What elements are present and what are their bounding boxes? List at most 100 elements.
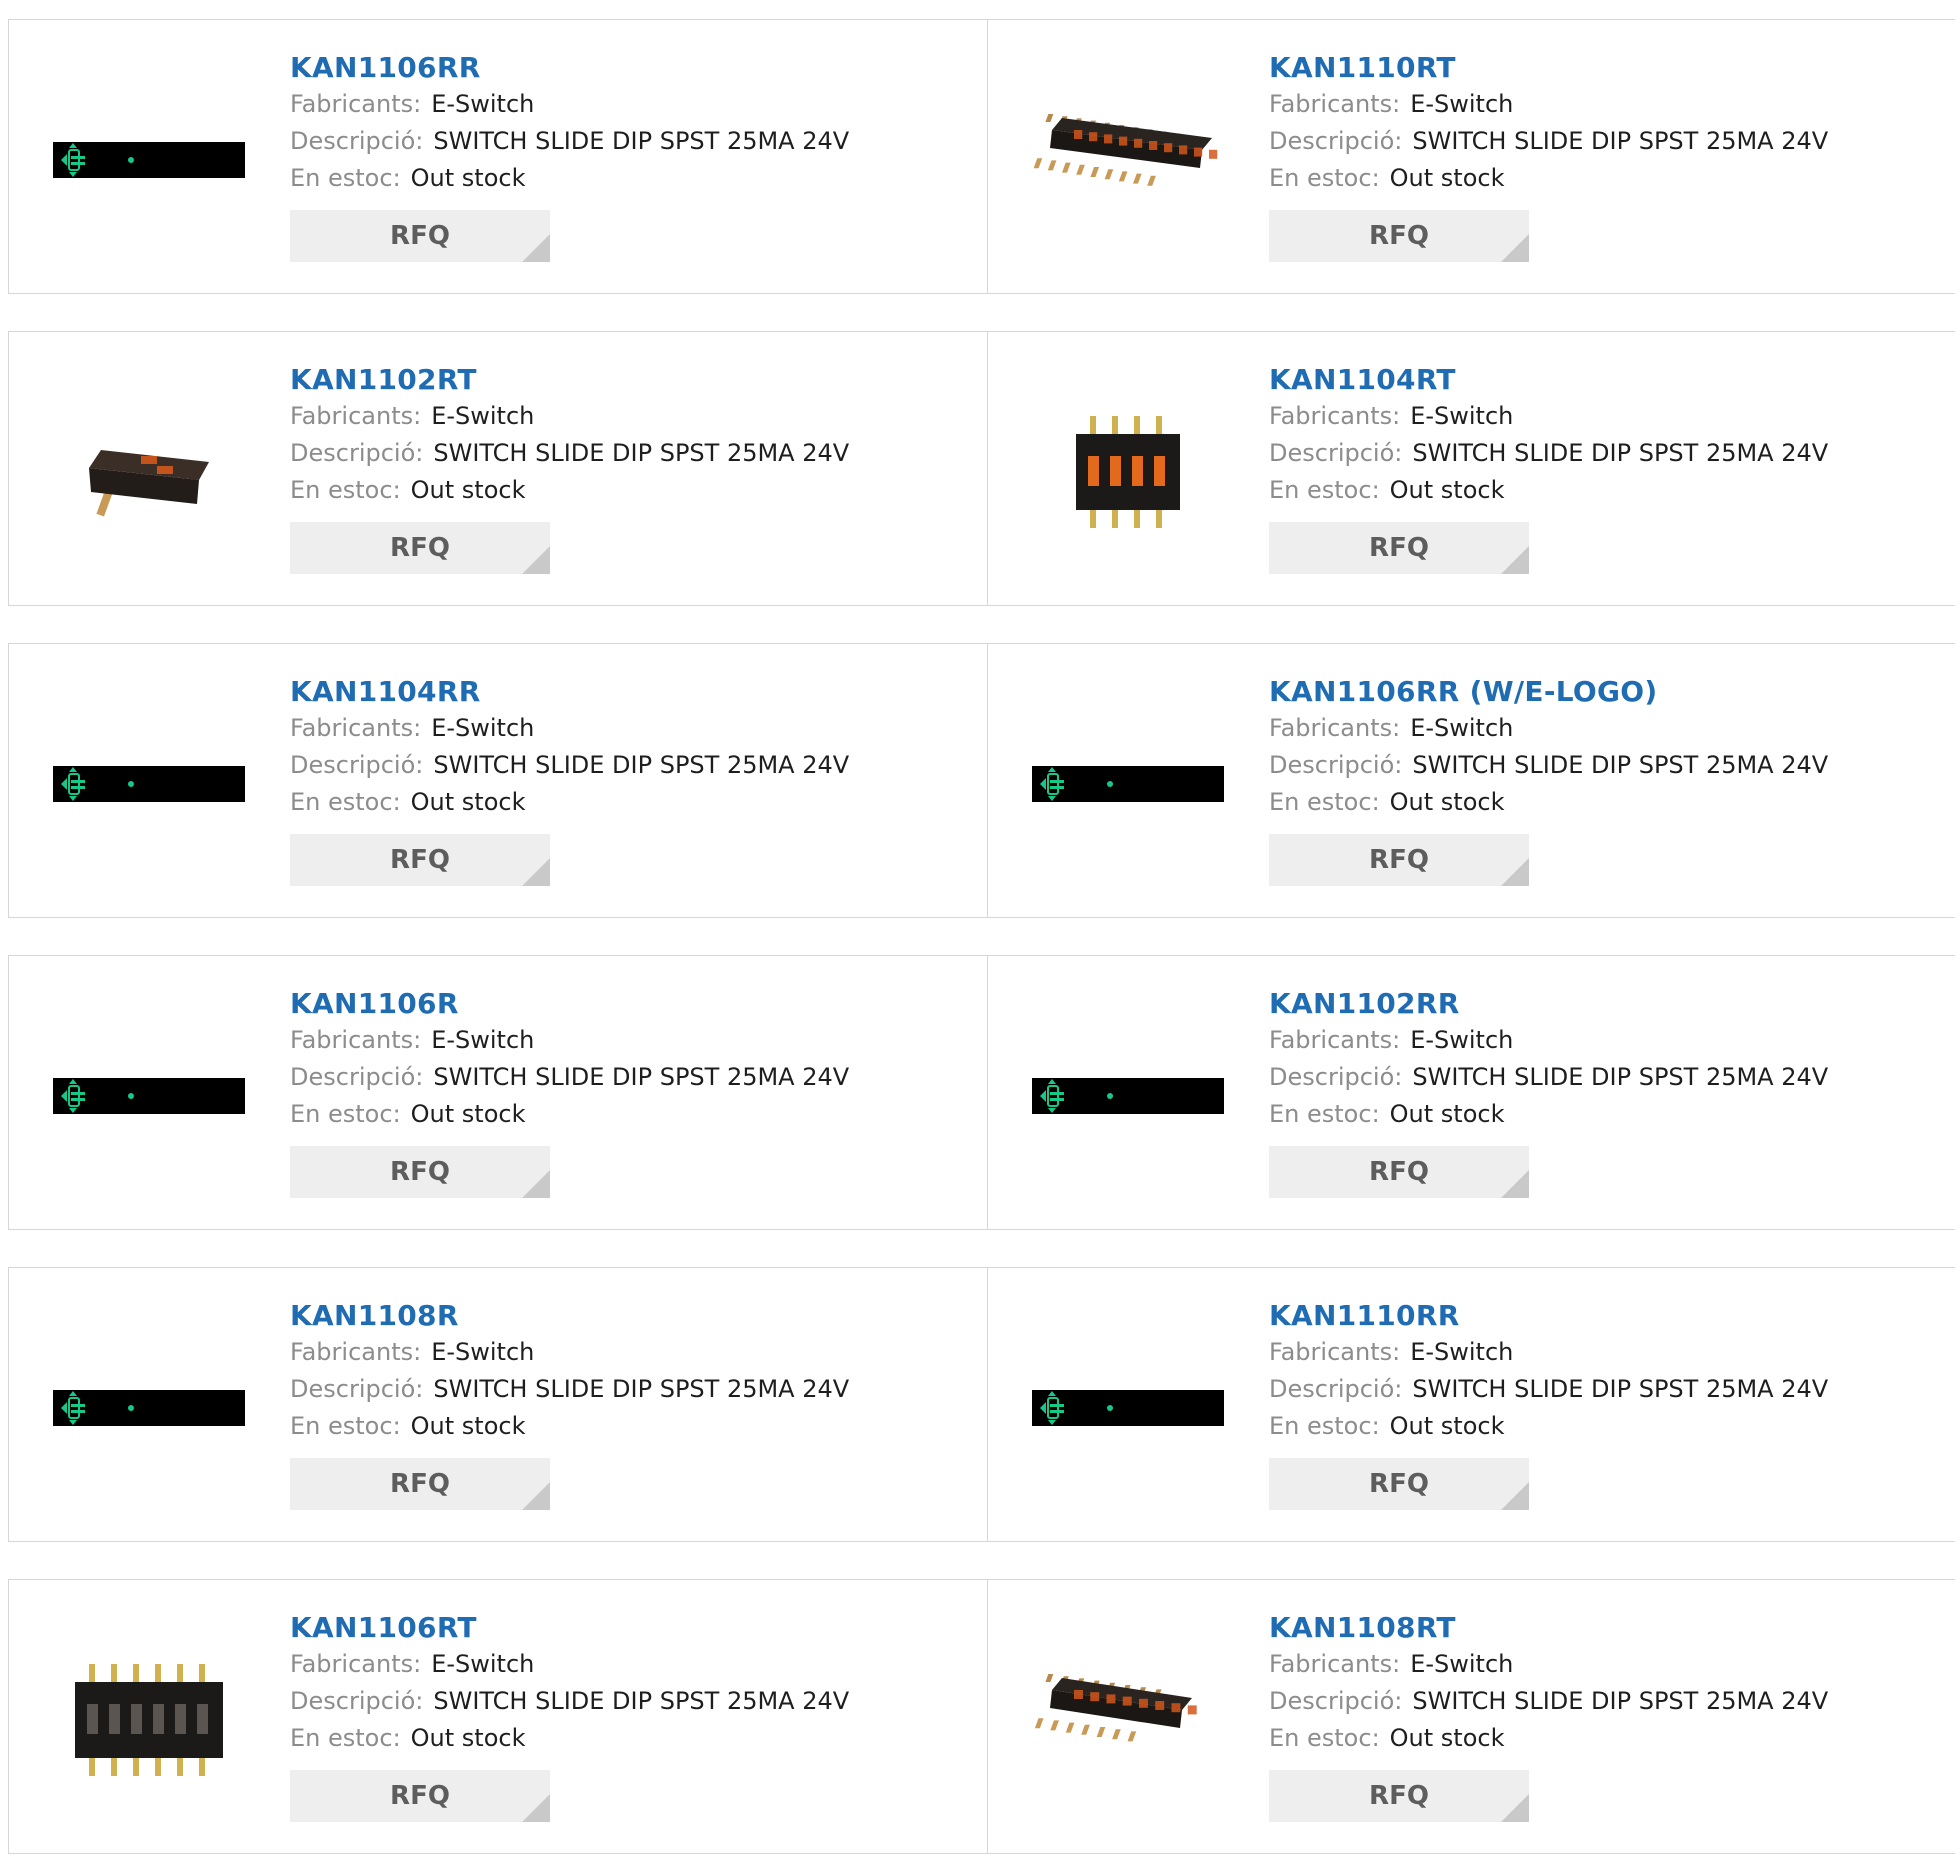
stock-field: En estoc: Out stock <box>290 784 987 821</box>
description-label: Descripció: <box>1269 1375 1402 1403</box>
manufacturer-value: E-Switch <box>1410 714 1513 742</box>
product-row: KAN1102RTFabricants:E-SwitchDescripció:S… <box>8 331 1955 606</box>
rfq-button[interactable]: RFQ <box>290 1146 550 1198</box>
rfq-button-label: RFQ <box>290 1458 550 1510</box>
product-card: KAN1102RRFabricants:E-SwitchDescripció:S… <box>988 956 1955 1229</box>
manufacturer-field: Fabricants:E-Switch <box>1269 398 1955 435</box>
manufacturer-field: Fabricants:E-Switch <box>1269 710 1955 747</box>
rfq-button[interactable]: RFQ <box>1269 1770 1529 1822</box>
stock-value: Out stock <box>1390 1100 1505 1128</box>
rfq-button[interactable]: RFQ <box>1269 210 1529 262</box>
product-image[interactable] <box>49 372 249 572</box>
manufacturer-label: Fabricants: <box>1269 90 1400 118</box>
product-image[interactable] <box>49 684 249 884</box>
stock-value: Out stock <box>1390 164 1505 192</box>
corner-triangle-icon <box>1501 546 1529 574</box>
product-title-link[interactable]: KAN1102RR <box>1269 986 1955 1022</box>
product-row: KAN1106RTFabricants:E-SwitchDescripció:S… <box>8 1579 1955 1854</box>
rfq-button[interactable]: RFQ <box>290 1770 550 1822</box>
rfq-button[interactable]: RFQ <box>290 522 550 574</box>
manufacturer-value: E-Switch <box>1410 90 1513 118</box>
product-row: KAN1106RRFabricants:E-SwitchDescripció:S… <box>8 19 1955 294</box>
product-title-link[interactable]: KAN1110RR <box>1269 1298 1955 1334</box>
rfq-button-label: RFQ <box>1269 210 1529 262</box>
product-card: KAN1106RTFabricants:E-SwitchDescripció:S… <box>9 1580 988 1853</box>
product-info: KAN1106RTFabricants:E-SwitchDescripció:S… <box>290 1610 987 1826</box>
product-title-link[interactable]: KAN1102RT <box>290 362 987 398</box>
description-value: SWITCH SLIDE DIP SPST 25MA 24V <box>433 1687 849 1715</box>
manufacturer-value: E-Switch <box>1410 402 1513 430</box>
product-title-link[interactable]: KAN1108R <box>290 1298 987 1334</box>
description-label: Descripció: <box>1269 1063 1402 1091</box>
manufacturer-value: E-Switch <box>431 714 534 742</box>
rfq-button[interactable]: RFQ <box>290 834 550 886</box>
description-label: Descripció: <box>290 1063 423 1091</box>
stock-value: Out stock <box>1390 476 1505 504</box>
product-title-link[interactable]: KAN1106RT <box>290 1610 987 1646</box>
product-image[interactable] <box>1028 684 1228 884</box>
product-title-link[interactable]: KAN1106R <box>290 986 987 1022</box>
rfq-button[interactable]: RFQ <box>1269 1458 1529 1510</box>
stock-field: En estoc: Out stock <box>1269 1720 1955 1757</box>
corner-triangle-icon <box>522 1170 550 1198</box>
product-image[interactable] <box>49 996 249 1196</box>
rfq-button[interactable]: RFQ <box>1269 834 1529 886</box>
manufacturer-value: E-Switch <box>1410 1650 1513 1678</box>
stock-field: En estoc:Out stock <box>290 1096 987 1133</box>
description-value: SWITCH SLIDE DIP SPST 25MA 24V <box>1412 751 1828 779</box>
stock-field: En estoc:Out stock <box>290 1408 987 1445</box>
manufacturer-field: Fabricants: E-Switch <box>290 398 987 435</box>
corner-triangle-icon <box>1501 1170 1529 1198</box>
stock-label: En estoc: <box>1269 1724 1380 1752</box>
corner-triangle-icon <box>522 1482 550 1510</box>
rfq-button[interactable]: RFQ <box>1269 522 1529 574</box>
product-card: KAN1110RTFabricants:E-SwitchDescripció:S… <box>988 20 1955 293</box>
product-image[interactable] <box>49 60 249 260</box>
manufacturer-value: E-Switch <box>1410 1026 1513 1054</box>
product-info: KAN1106RFabricants:E-SwitchDescripció:SW… <box>290 986 987 1202</box>
rfq-button[interactable]: RFQ <box>290 1458 550 1510</box>
corner-triangle-icon <box>522 234 550 262</box>
description-field: Descripció:SWITCH SLIDE DIP SPST 25MA 24… <box>290 1059 987 1096</box>
description-field: Descripció:SWITCH SLIDE DIP SPST 25MA 24… <box>290 123 987 160</box>
stock-label: En estoc: <box>290 1100 401 1128</box>
product-card: KAN1104RRFabricants:E-SwitchDescripció:S… <box>9 644 988 917</box>
product-row: KAN1108RFabricants:E-SwitchDescripció:SW… <box>8 1267 1955 1542</box>
stock-field: En estoc:Out stock <box>290 472 987 509</box>
rfq-button-label: RFQ <box>290 834 550 886</box>
product-image[interactable] <box>1028 372 1228 572</box>
corner-triangle-icon <box>1501 1794 1529 1822</box>
manufacturer-value: E-Switch <box>431 402 534 430</box>
product-image[interactable] <box>1028 996 1228 1196</box>
product-image[interactable] <box>1028 1620 1228 1820</box>
product-image[interactable] <box>1028 60 1228 260</box>
rfq-button-label: RFQ <box>1269 834 1529 886</box>
rfq-button[interactable]: RFQ <box>290 210 550 262</box>
product-card: KAN1108RTFabricants:E-SwitchDescripció:S… <box>988 1580 1955 1853</box>
manufacturer-field: Fabricants:E-Switch <box>290 86 987 123</box>
product-title-link[interactable]: KAN1106RR <box>290 50 987 86</box>
description-label: Descripció: <box>290 751 423 779</box>
description-field: Descripció:SWITCH SLIDE DIP SPST 25MA 24… <box>1269 1059 1955 1096</box>
stock-field: En estoc:Out stock <box>290 160 987 197</box>
stock-value: Out stock <box>411 788 526 816</box>
product-title-link[interactable]: KAN1104RR <box>290 674 987 710</box>
stock-label: En estoc: <box>1269 164 1380 192</box>
manufacturer-label: Fabricants: <box>290 402 421 430</box>
product-image[interactable] <box>49 1308 249 1508</box>
product-title-link[interactable]: KAN1104RT <box>1269 362 1955 398</box>
product-image[interactable] <box>49 1620 249 1820</box>
product-image[interactable] <box>1028 1308 1228 1508</box>
description-value: SWITCH SLIDE DIP SPST 25MA 24V <box>433 1375 849 1403</box>
rfq-button[interactable]: RFQ <box>1269 1146 1529 1198</box>
stock-value: Out stock <box>1390 1724 1505 1752</box>
product-title-link[interactable]: KAN1108RT <box>1269 1610 1955 1646</box>
rfq-button-label: RFQ <box>290 1146 550 1198</box>
description-value: SWITCH SLIDE DIP SPST 25MA 24V <box>433 751 849 779</box>
rfq-button-label: RFQ <box>1269 1770 1529 1822</box>
product-title-link[interactable]: KAN1106RR (W/E-LOGO) <box>1269 674 1955 710</box>
product-title-link[interactable]: KAN1110RT <box>1269 50 1955 86</box>
stock-label: En estoc: <box>290 788 401 816</box>
description-label: Descripció: <box>1269 127 1402 155</box>
rfq-button-label: RFQ <box>290 210 550 262</box>
